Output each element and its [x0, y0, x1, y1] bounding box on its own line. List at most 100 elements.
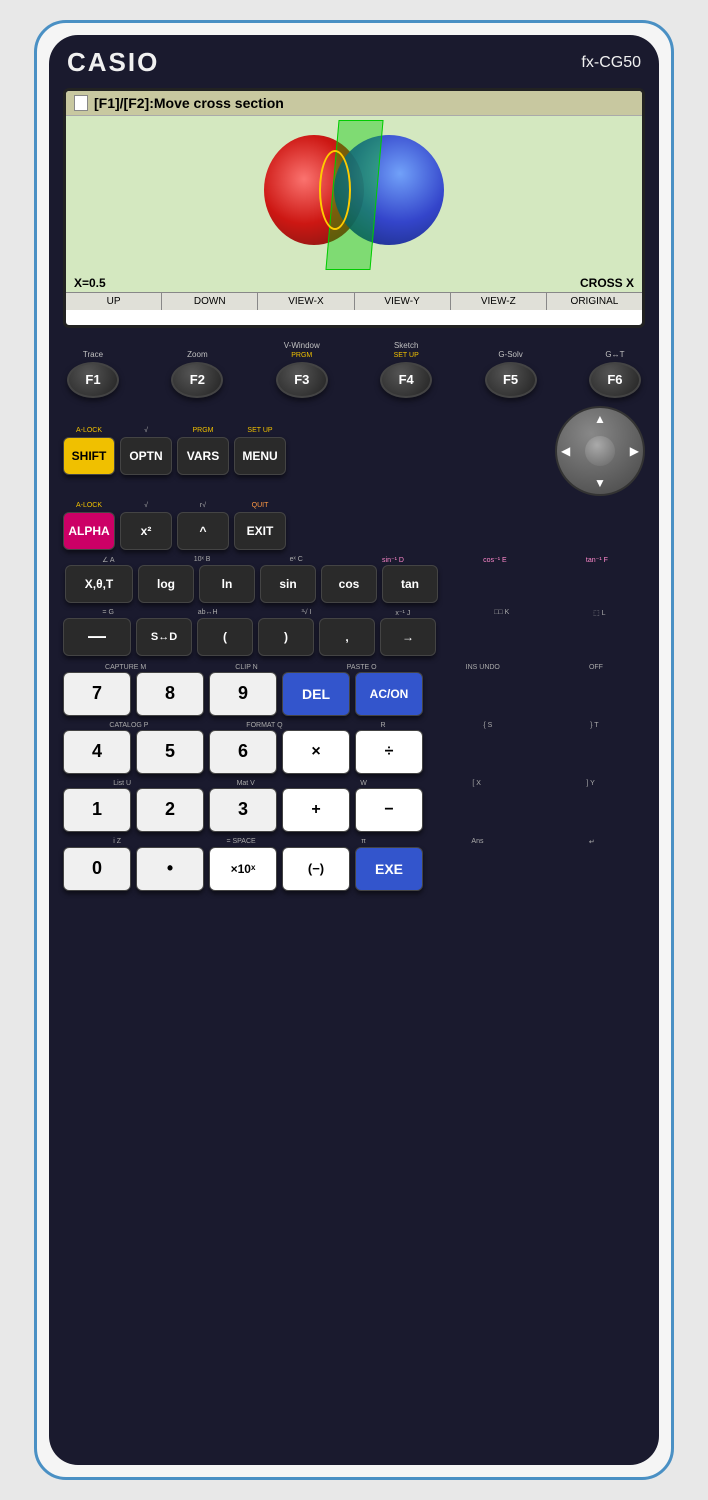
plus-sublabel: [ X: [472, 780, 481, 787]
menu-group: SET UP MENU: [234, 427, 286, 475]
shift-sublabel: A-LOCK: [76, 427, 102, 437]
comma-button[interactable]: ,: [319, 618, 375, 656]
rparen-button[interactable]: ): [258, 618, 314, 656]
key-9[interactable]: 9: [209, 672, 277, 716]
2-sublabel: Mat V: [237, 780, 255, 787]
acon-sublabel: OFF: [589, 664, 603, 671]
dpad-up[interactable]: ▲: [594, 412, 606, 426]
key-7[interactable]: 7: [63, 672, 131, 716]
screen-title-bar: [F1]/[F2]:Move cross section: [66, 91, 642, 116]
dot-sublabel: = SPACE: [226, 838, 255, 846]
f1-group: Trace F1: [67, 351, 119, 398]
dot-button[interactable]: •: [136, 847, 204, 891]
key-3[interactable]: 3: [209, 788, 277, 832]
fn-viewy[interactable]: VIEW-Y: [355, 293, 451, 310]
4-sublabel: CATALOG P: [109, 722, 148, 729]
dpad-center[interactable]: [585, 436, 615, 466]
alpha-button[interactable]: ALPHA: [63, 512, 115, 550]
minus-button[interactable]: −: [355, 788, 423, 832]
alpha-group: A-LOCK ALPHA: [63, 502, 115, 550]
6-sublabel: R: [380, 722, 385, 729]
x-value: X=0.5: [74, 276, 106, 290]
exit-button[interactable]: EXIT: [234, 512, 286, 550]
3-sublabel: W: [360, 780, 367, 787]
div-sublabel: } T: [590, 722, 598, 729]
optn-button[interactable]: OPTN: [120, 437, 172, 475]
dpad-down[interactable]: ▼: [594, 476, 606, 490]
vars-button[interactable]: VARS: [177, 437, 229, 475]
fn-viewz[interactable]: VIEW-Z: [451, 293, 547, 310]
key-2[interactable]: 2: [136, 788, 204, 832]
exe-sublabel: ↵: [589, 838, 595, 846]
f2-group: Zoom F2: [171, 351, 223, 398]
neg-sublabel: Ans: [471, 838, 483, 846]
mult-button[interactable]: ×: [282, 730, 350, 774]
fn-up[interactable]: UP: [66, 293, 162, 310]
fn-original[interactable]: ORIGINAL: [547, 293, 642, 310]
neg-button[interactable]: (−): [282, 847, 350, 891]
vars-group: PRGM VARS: [177, 427, 229, 475]
f3-group: V-WindowPRGM F3: [276, 342, 328, 398]
key-5[interactable]: 5: [136, 730, 204, 774]
sin-sublabel: sin⁻¹ D: [382, 556, 404, 564]
fn-down[interactable]: DOWN: [162, 293, 258, 310]
f6-button[interactable]: F6: [589, 362, 641, 398]
f5-button[interactable]: F5: [485, 362, 537, 398]
key-8[interactable]: 8: [136, 672, 204, 716]
shift-button[interactable]: SHIFT: [63, 437, 115, 475]
cross-label: CROSS X: [580, 276, 634, 290]
log-button[interactable]: log: [138, 565, 194, 603]
exit-sublabel: QUIT: [252, 502, 269, 512]
fn-viewx[interactable]: VIEW-X: [258, 293, 354, 310]
screen-display: [66, 116, 642, 274]
rarrow-button[interactable]: →: [380, 618, 436, 656]
keys-section: Trace F1 Zoom F2 V-WindowPRGM F3 SketchS…: [59, 342, 649, 891]
menu-button[interactable]: MENU: [234, 437, 286, 475]
key-6[interactable]: 6: [209, 730, 277, 774]
key-4[interactable]: 4: [63, 730, 131, 774]
lparen-sublabel: ³√ I: [301, 609, 311, 617]
cos-button[interactable]: cos: [321, 565, 377, 603]
brand-label: CASIO: [67, 47, 159, 78]
del-button[interactable]: DEL: [282, 672, 350, 716]
div-button[interactable]: ÷: [355, 730, 423, 774]
f1-button[interactable]: F1: [67, 362, 119, 398]
plus-button[interactable]: +: [282, 788, 350, 832]
mult-sublabel: { S: [483, 722, 492, 729]
model-label: fx-CG50: [581, 54, 641, 72]
ln-button[interactable]: ln: [199, 565, 255, 603]
caret-button[interactable]: ^: [177, 512, 229, 550]
pow10-sublabel: π: [361, 838, 366, 846]
dpad[interactable]: ▲ ▼ ◀ ▶: [555, 406, 645, 496]
x2-button[interactable]: x²: [120, 512, 172, 550]
dpad-right[interactable]: ▶: [630, 444, 639, 458]
frac-button[interactable]: —: [63, 618, 131, 656]
key-0[interactable]: 0: [63, 847, 131, 891]
f4-button[interactable]: F4: [380, 362, 432, 398]
calculator-screen: [F1]/[F2]:Move cross section X=0.5 CROSS…: [63, 88, 645, 328]
exe-button[interactable]: EXE: [355, 847, 423, 891]
3d-graph: [254, 125, 454, 265]
key-1[interactable]: 1: [63, 788, 131, 832]
xtheta-button[interactable]: X,θ,T: [65, 565, 133, 603]
calculator-body: CASIO fx-CG50 [F1]/[F2]:Move cross secti…: [34, 20, 674, 1480]
f5-group: G-Solv F5: [485, 351, 537, 398]
dpad-left[interactable]: ◀: [561, 444, 570, 458]
optn-group: √ OPTN: [120, 427, 172, 475]
sd-sublabel: ab↔H: [198, 609, 218, 617]
screen-fn-bar: UP DOWN VIEW-X VIEW-Y VIEW-Z ORIGINAL: [66, 292, 642, 310]
pow10-button[interactable]: ×10ˣ: [209, 847, 277, 891]
x2-sublabel: √: [144, 502, 148, 512]
tan-button[interactable]: tan: [382, 565, 438, 603]
caret-sublabel: r√: [200, 502, 206, 512]
f1-label: Trace: [83, 351, 103, 360]
fkey-row: Trace F1 Zoom F2 V-WindowPRGM F3 SketchS…: [63, 342, 645, 398]
lparen-button[interactable]: (: [197, 618, 253, 656]
f3-button[interactable]: F3: [276, 362, 328, 398]
7-sublabel: CAPTURE M: [105, 664, 146, 671]
sd-button[interactable]: S↔D: [136, 618, 192, 656]
sin-button[interactable]: sin: [260, 565, 316, 603]
f4-group: SketchSET UP F4: [380, 342, 432, 398]
f2-button[interactable]: F2: [171, 362, 223, 398]
acon-button[interactable]: AC/ON: [355, 672, 423, 716]
